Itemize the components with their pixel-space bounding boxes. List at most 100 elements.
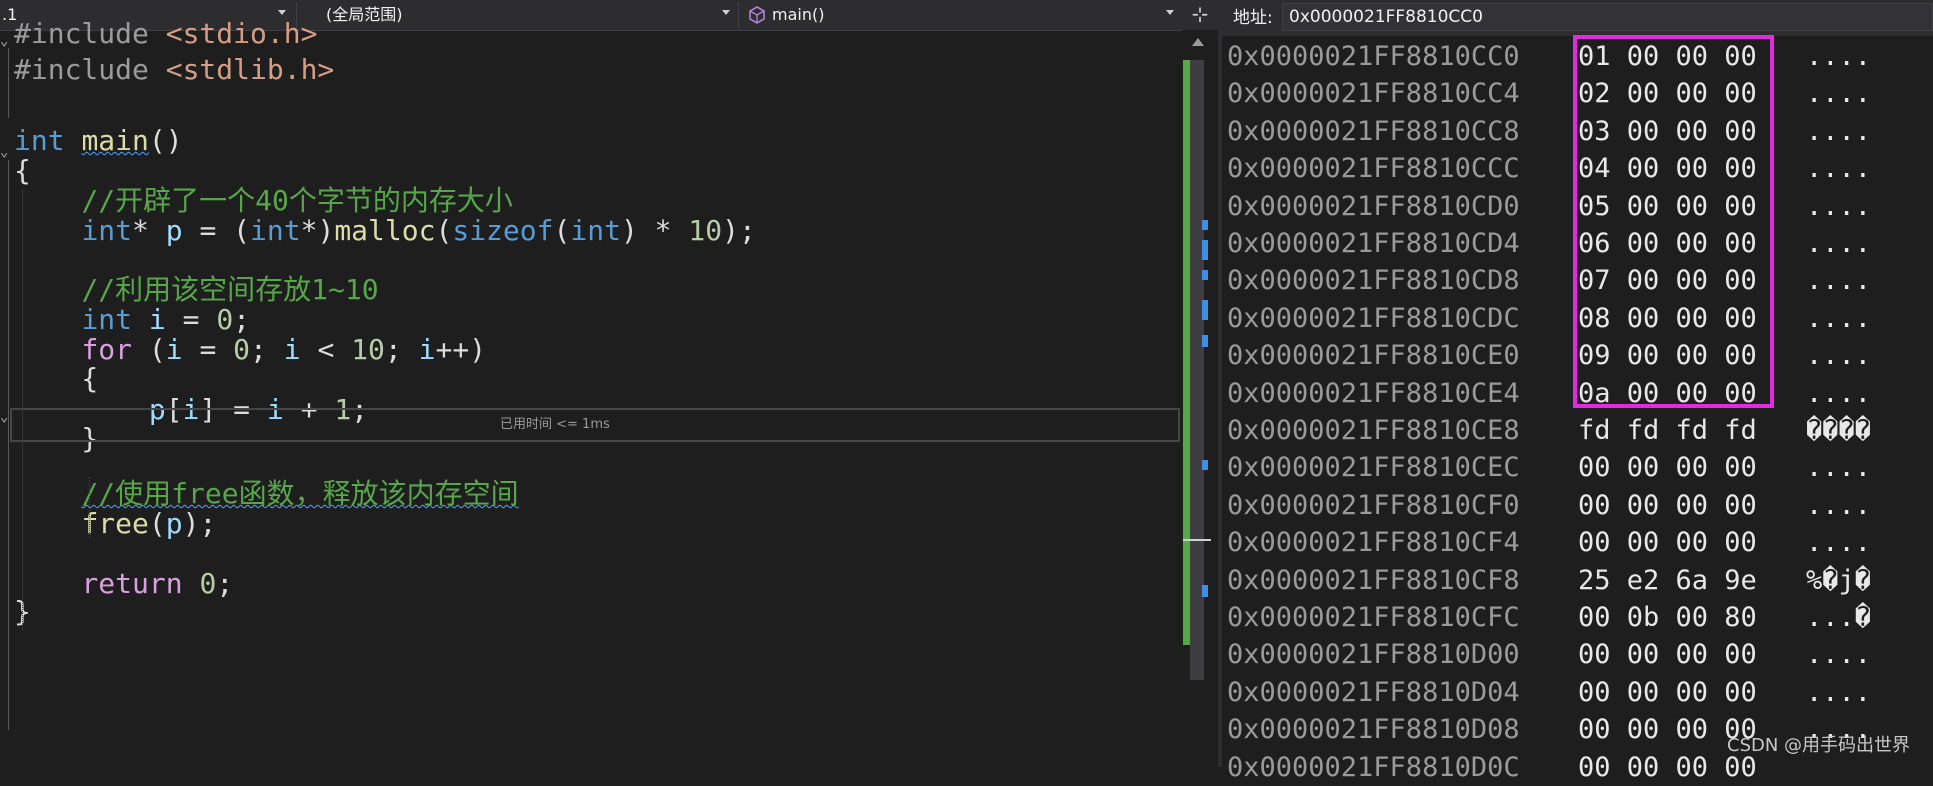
memory-hex[interactable]: 25 e2 6a 9e <box>1578 562 1757 599</box>
search-marker <box>1202 335 1208 347</box>
memory-hex[interactable]: fd fd fd fd <box>1578 412 1757 449</box>
memory-row[interactable]: 0x0000021FF8810CF0 00 00 00 00.... <box>1227 487 1871 524</box>
code-line[interactable]: return 0; <box>14 566 233 602</box>
cube-icon <box>748 6 766 28</box>
code-token: #include <box>14 17 166 50</box>
memory-address: 0x0000021FF8810CD0 <box>1227 190 1520 222</box>
memory-row[interactable]: 0x0000021FF8810CE8 fd fd fd fd ���� <box>1227 412 1871 449</box>
memory-ascii: .... <box>1806 115 1872 147</box>
memory-address: 0x0000021FF8810CF8 <box>1227 564 1520 596</box>
memory-hex[interactable]: 00 00 00 00 <box>1578 487 1757 524</box>
search-marker <box>1202 300 1208 320</box>
memory-address: 0x0000021FF8810CC8 <box>1227 115 1520 147</box>
code-token: main <box>81 124 149 157</box>
memory-ascii: .... <box>1806 153 1872 185</box>
code-token: ( <box>553 214 571 247</box>
memory-ascii: .... <box>1806 302 1872 334</box>
code-token: * <box>132 214 166 247</box>
memory-address: 0x0000021FF8810CF0 <box>1227 489 1520 521</box>
chevron-down-icon[interactable] <box>1166 10 1174 15</box>
code-token: 10 <box>351 333 385 366</box>
chevron-down-icon[interactable] <box>722 10 730 15</box>
code-token: ); <box>182 507 217 540</box>
memory-hex[interactable]: 00 0b 00 80 <box>1578 599 1757 636</box>
fold-toggle-icon[interactable]: ⌄ <box>0 145 10 159</box>
code-token: ( <box>148 507 166 540</box>
function-dropdown[interactable]: main() <box>772 3 824 27</box>
code-line[interactable]: #include <stdlib.h> <box>14 52 334 88</box>
address-input[interactable]: 0x0000021FF8810CC0 <box>1282 3 1933 31</box>
memory-row[interactable]: 0x0000021FF8810CC4 02 00 00 00.... <box>1227 75 1871 112</box>
code-token: #include <box>14 53 166 86</box>
code-line[interactable]: int main() <box>14 123 183 159</box>
divider <box>738 2 739 28</box>
code-area[interactable]: #include <stdio.h> #include <stdlib.h> int… <box>0 17 1180 767</box>
code-token: 10 <box>688 214 723 247</box>
memory-address: 0x0000021FF8810CEC <box>1227 452 1520 484</box>
memory-row[interactable]: 0x0000021FF8810D0C 00 00 00 00 <box>1227 749 1757 786</box>
code-token: 0 <box>199 567 217 600</box>
memory-address: 0x0000021FF8810CE4 <box>1227 377 1520 409</box>
memory-ascii: .... <box>1806 228 1872 259</box>
memory-ascii: .... <box>1806 340 1872 372</box>
memory-hex[interactable]: 00 00 00 00 <box>1578 524 1757 561</box>
memory-hex[interactable]: 00 00 00 00 <box>1578 674 1757 711</box>
memory-row[interactable]: 0x0000021FF8810CE4 0a 00 00 00.... <box>1227 375 1871 412</box>
memory-row[interactable]: 0x0000021FF8810CDC 08 00 00 00.... <box>1227 300 1871 337</box>
search-marker <box>1202 460 1208 470</box>
memory-hex[interactable]: 00 00 00 00 <box>1578 636 1757 673</box>
scope-dropdown[interactable]: (全局范围) <box>326 3 403 27</box>
memory-row[interactable]: 0x0000021FF8810CD8 07 00 00 00.... <box>1227 262 1871 299</box>
memory-row[interactable]: 0x0000021FF8810CF4 00 00 00 00.... <box>1227 524 1871 561</box>
memory-ascii: .... <box>1806 639 1872 671</box>
memory-address: 0x0000021FF8810CC0 <box>1227 41 1520 72</box>
fold-line <box>8 48 9 118</box>
code-token: { <box>14 362 99 395</box>
memory-ascii: .... <box>1806 676 1872 708</box>
memory-address: 0x0000021FF8810CF4 <box>1227 527 1520 559</box>
memory-ascii: ...� <box>1806 602 1872 633</box>
memory-address: 0x0000021FF8810D0C <box>1227 751 1520 783</box>
memory-row[interactable]: 0x0000021FF8810CD0 05 00 00 00.... <box>1227 188 1871 225</box>
memory-address: 0x0000021FF8810CE0 <box>1227 340 1520 372</box>
memory-ascii: .... <box>1806 377 1872 409</box>
code-token: malloc <box>334 214 436 247</box>
scroll-up-arrow-icon[interactable] <box>1192 38 1204 46</box>
code-token: i <box>418 333 436 366</box>
code-token: <stdlib.h> <box>165 53 335 86</box>
memory-row[interactable]: 0x0000021FF8810CC8 03 00 00 00.... <box>1227 113 1871 150</box>
memory-ascii: .... <box>1806 78 1872 110</box>
code-token: int <box>250 214 301 247</box>
memory-row[interactable]: 0x0000021FF8810CE0 09 00 00 00.... <box>1227 337 1871 374</box>
memory-row[interactable]: 0x0000021FF8810CCC 04 00 00 00.... <box>1227 150 1871 187</box>
memory-address: 0x0000021FF8810D04 <box>1227 676 1520 708</box>
memory-row[interactable]: 0x0000021FF8810CFC 00 0b 00 80 ...� <box>1227 599 1871 636</box>
code-line[interactable]: int* p = (int*)malloc(sizeof(int) * 10); <box>14 213 756 249</box>
memory-row[interactable]: 0x0000021FF8810D04 00 00 00 00.... <box>1227 674 1871 711</box>
code-token: ( <box>132 333 166 366</box>
code-token: sizeof <box>452 214 554 247</box>
code-token: ); <box>722 214 756 247</box>
code-token: p <box>165 214 183 247</box>
memory-ascii: .... <box>1806 452 1872 484</box>
chevron-down-icon[interactable] <box>278 10 286 15</box>
code-line[interactable]: #include <stdio.h> <box>14 16 317 52</box>
code-token: ; <box>216 567 234 600</box>
code-line[interactable]: free(p); <box>14 506 216 542</box>
memory-row[interactable]: 0x0000021FF8810D08 00 00 00 00.... <box>1227 711 1871 748</box>
memory-row[interactable]: 0x0000021FF8810CD4 06 00 00 00.... <box>1227 225 1871 262</box>
search-marker <box>1202 585 1208 597</box>
code-token: i <box>283 333 301 366</box>
address-label: 地址: <box>1233 8 1273 28</box>
memory-ascii: .... <box>1806 265 1872 297</box>
memory-row[interactable]: 0x0000021FF8810CF8 25 e2 6a 9e %�j� <box>1227 562 1871 599</box>
highlight-box <box>1573 35 1774 408</box>
indent-guide <box>89 477 90 537</box>
fold-toggle-icon[interactable]: ⌄ <box>0 34 10 48</box>
memory-row[interactable]: 0x0000021FF8810CC0 01 00 00 00.... <box>1227 38 1871 75</box>
split-window-button[interactable]: ⊹ <box>1186 0 1214 30</box>
memory-row[interactable]: 0x0000021FF8810CEC 00 00 00 00.... <box>1227 449 1871 486</box>
memory-row[interactable]: 0x0000021FF8810D00 00 00 00 00.... <box>1227 636 1871 673</box>
memory-hex[interactable]: 00 00 00 00 <box>1578 449 1757 486</box>
